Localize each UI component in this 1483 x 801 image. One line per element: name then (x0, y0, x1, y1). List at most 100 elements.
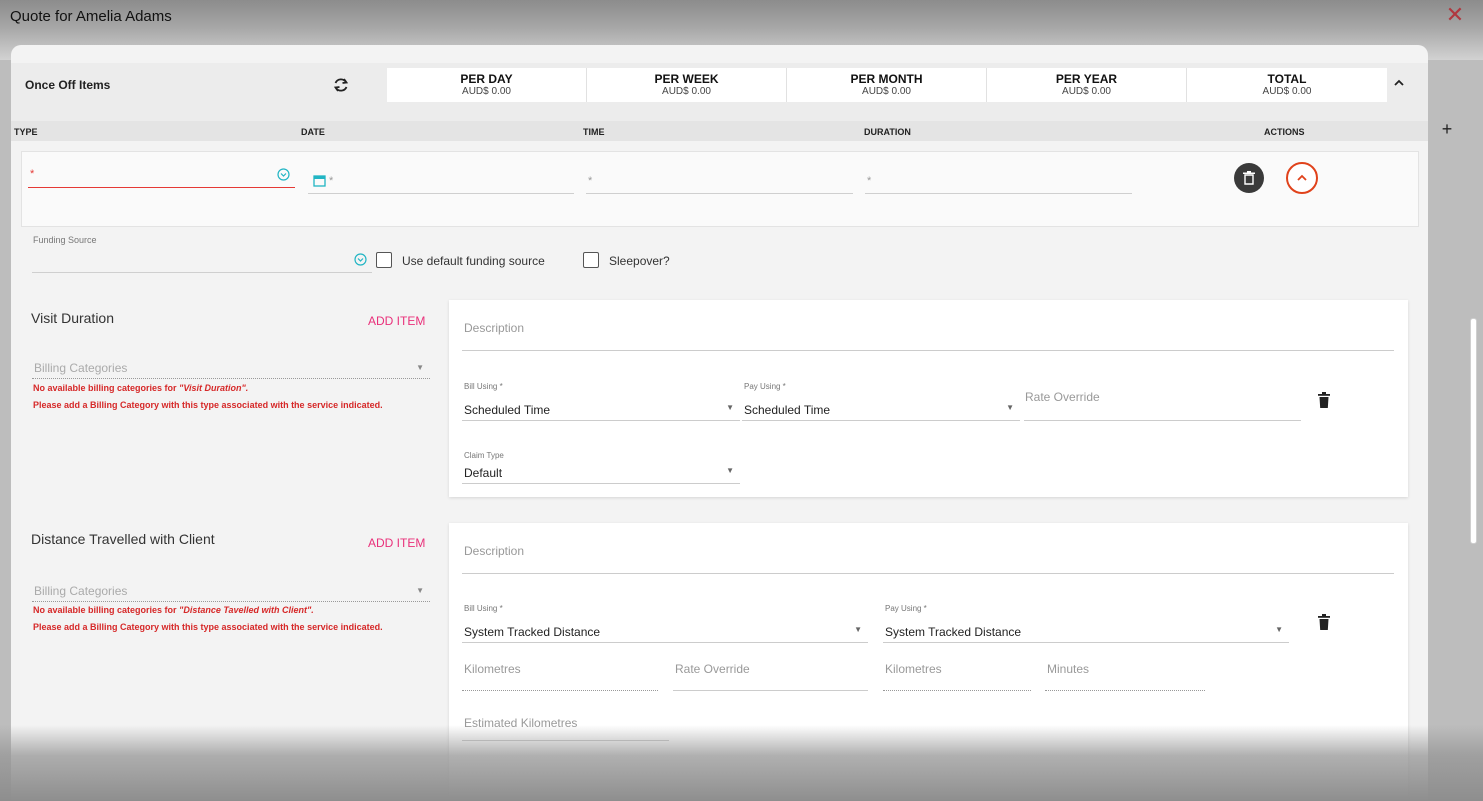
delete-row-button[interactable] (1234, 163, 1264, 193)
required-marker: * (30, 168, 35, 180)
rate-override-placeholder: Rate Override (675, 662, 750, 676)
stat-label: TOTAL (1267, 72, 1307, 86)
error-service-name: "Visit Duration". (179, 383, 249, 393)
sleepover-checkbox[interactable] (583, 252, 599, 268)
pay-kilometres-input[interactable]: Kilometres (883, 661, 1031, 691)
bill-using-value: System Tracked Distance (464, 625, 601, 639)
pay-using-value: Scheduled Time (744, 403, 831, 417)
pay-using-label: Pay Using * (744, 382, 786, 391)
column-header-row: TYPE DATE TIME DURATION ACTIONS (11, 121, 1428, 141)
stat-label: PER MONTH (850, 72, 923, 86)
add-item-button[interactable]: ADD ITEM (368, 314, 425, 328)
section-title-distance-travelled: Distance Travelled with Client (31, 531, 215, 547)
rate-override-input[interactable]: Rate Override (673, 661, 868, 691)
add-item-button[interactable]: ADD ITEM (368, 536, 425, 550)
caret-down-icon: ▼ (726, 466, 734, 475)
billing-categories-placeholder: Billing Categories (34, 584, 128, 598)
use-default-funding-checkbox[interactable] (376, 252, 392, 268)
caret-down-icon: ▼ (416, 363, 424, 372)
description-input[interactable]: Description (462, 319, 1394, 351)
refresh-icon[interactable] (331, 75, 351, 95)
description-input[interactable]: Description (462, 542, 1394, 574)
bill-using-select[interactable]: System Tracked Distance ▼ (462, 623, 868, 643)
pay-using-select[interactable]: Scheduled Time ▼ (742, 401, 1020, 421)
description-placeholder: Description (464, 321, 525, 335)
column-time: TIME (583, 127, 605, 137)
pay-using-select[interactable]: System Tracked Distance ▼ (883, 623, 1289, 643)
funding-source-label: Funding Source (33, 235, 97, 245)
billing-categories-placeholder: Billing Categories (34, 361, 128, 375)
caret-down-icon: ▼ (1006, 403, 1014, 412)
trash-icon (1243, 171, 1255, 185)
caret-down-icon: ▼ (1275, 625, 1283, 634)
column-date: DATE (301, 127, 325, 137)
type-select[interactable]: * (28, 168, 295, 188)
calendar-icon[interactable] (313, 174, 326, 187)
caret-down-icon: ▼ (726, 403, 734, 412)
dialog-title: Quote for Amelia Adams (10, 8, 172, 25)
stat-per-month: PER MONTH AUD$ 0.00 (787, 68, 987, 102)
rate-override-input[interactable]: Rate Override (1024, 390, 1301, 421)
minutes-input[interactable]: Minutes (1045, 661, 1205, 691)
kilometres-input[interactable]: Kilometres (462, 661, 658, 691)
billing-error-line1: No available billing categories for "Vis… (33, 383, 248, 393)
billing-error-line2: Please add a Billing Category with this … (33, 400, 383, 410)
trash-icon[interactable] (1318, 392, 1330, 408)
collapse-row-button[interactable] (1286, 162, 1318, 194)
stat-value: AUD$ 0.00 (1062, 86, 1111, 97)
required-marker: * (329, 175, 334, 187)
stat-value: AUD$ 0.00 (462, 86, 511, 97)
required-marker: * (588, 175, 593, 187)
caret-down-icon: ▼ (416, 586, 424, 595)
minutes-placeholder: Minutes (1047, 662, 1090, 676)
pay-using-value: System Tracked Distance (885, 625, 1022, 639)
claim-type-value: Default (464, 466, 503, 480)
time-field[interactable]: * (586, 172, 853, 194)
chevron-up-icon (1297, 174, 1307, 181)
error-text: No available billing categories for (33, 383, 180, 393)
column-duration: DURATION (864, 127, 911, 137)
add-row-plus-icon[interactable]: + (1439, 119, 1455, 139)
error-service-name: "Distance Tavelled with Client". (179, 605, 314, 615)
stat-per-day: PER DAY AUD$ 0.00 (387, 68, 587, 102)
stat-per-week: PER WEEK AUD$ 0.00 (587, 68, 787, 102)
pay-using-label: Pay Using * (885, 604, 927, 613)
stat-total: TOTAL AUD$ 0.00 (1187, 68, 1387, 102)
close-icon[interactable]: ✕ (1443, 3, 1467, 27)
chevron-up-icon[interactable] (1391, 75, 1407, 91)
date-field[interactable]: * (308, 172, 574, 194)
billing-categories-select[interactable]: Billing Categories ▼ (32, 360, 430, 379)
bill-using-label: Bill Using * (464, 382, 503, 391)
bill-using-value: Scheduled Time (464, 403, 551, 417)
rate-override-placeholder: Rate Override (1025, 390, 1100, 404)
column-type: TYPE (14, 127, 38, 137)
section-title-visit-duration: Visit Duration (31, 310, 115, 326)
stat-per-year: PER YEAR AUD$ 0.00 (987, 68, 1187, 102)
claim-type-label: Claim Type (464, 451, 504, 460)
kilometres-placeholder: Kilometres (464, 662, 521, 676)
estimated-kilometres-input[interactable]: Estimated Kilometres (462, 715, 669, 741)
pay-kilometres-placeholder: Kilometres (885, 662, 942, 676)
sleepover-label: Sleepover? (609, 254, 670, 268)
vertical-scrollbar[interactable] (1470, 318, 1477, 544)
funding-source-select[interactable] (32, 252, 372, 273)
billing-error-line1: No available billing categories for "Dis… (33, 605, 314, 615)
duration-field[interactable]: * (865, 172, 1132, 194)
column-actions: ACTIONS (1264, 127, 1305, 137)
caret-down-icon: ▼ (854, 625, 862, 634)
claim-type-select[interactable]: Default ▼ (462, 464, 740, 484)
chevron-circle-down-icon (354, 253, 367, 266)
estimated-kilometres-placeholder: Estimated Kilometres (464, 716, 578, 730)
bill-using-select[interactable]: Scheduled Time ▼ (462, 401, 740, 421)
once-off-items-label: Once Off Items (25, 78, 111, 92)
stat-label: PER WEEK (654, 72, 719, 86)
stat-label: PER YEAR (1055, 72, 1118, 86)
billing-error-line2: Please add a Billing Category with this … (33, 622, 383, 632)
chevron-circle-down-icon (277, 168, 290, 181)
description-placeholder: Description (464, 544, 525, 558)
error-text: No available billing categories for (33, 605, 180, 615)
stat-label: PER DAY (460, 72, 513, 86)
billing-categories-select[interactable]: Billing Categories ▼ (32, 583, 430, 602)
stat-value: AUD$ 0.00 (862, 86, 911, 97)
trash-icon[interactable] (1318, 614, 1330, 630)
